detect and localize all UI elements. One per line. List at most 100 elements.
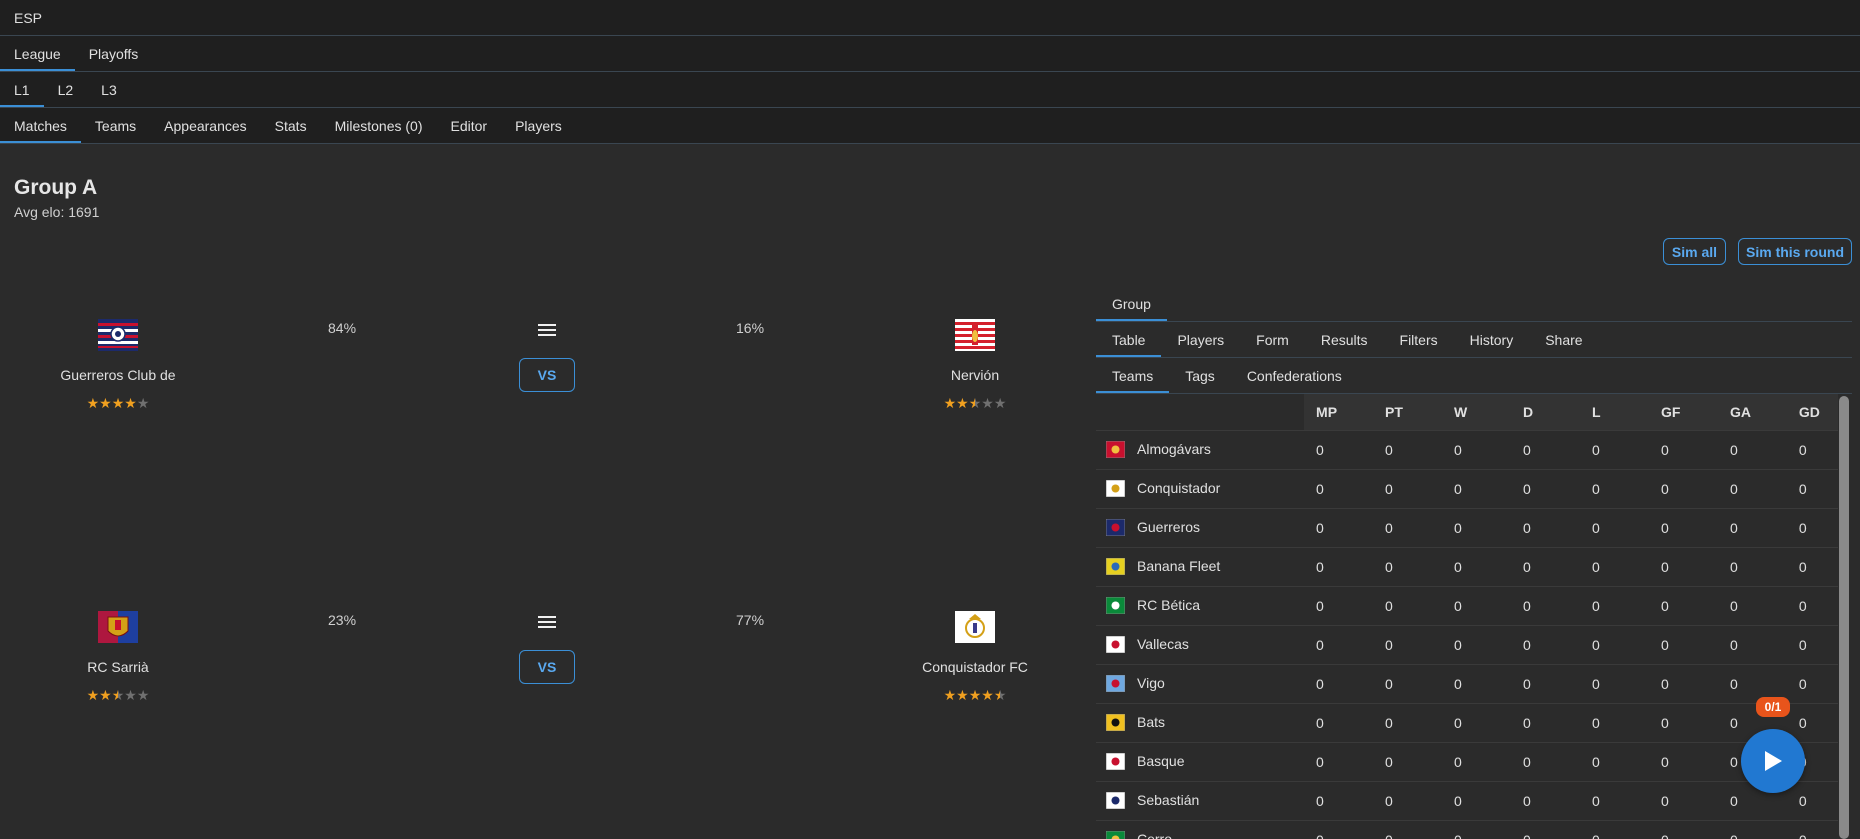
tab-panel-players[interactable]: Players [1161, 322, 1240, 357]
table-row[interactable]: Guerreros 0 0 0 0 0 0 0 0 [1096, 508, 1838, 548]
tab-l2[interactable]: L2 [44, 72, 88, 107]
home-team[interactable]: RC Sarrià ★★★★★ [18, 611, 218, 704]
team-column-header [1096, 394, 1305, 431]
tab-share[interactable]: Share [1529, 322, 1598, 357]
vs-button[interactable]: VS [519, 650, 575, 684]
away-team[interactable]: Conquistador FC ★★★★★ [875, 611, 1075, 704]
sim-all-button[interactable]: Sim all [1663, 238, 1726, 265]
stat-cell-gf: 0 [1648, 703, 1718, 743]
tab-tags[interactable]: Tags [1169, 358, 1231, 393]
stat-cell-gf: 0 [1648, 742, 1718, 782]
stat-cell-mp: 0 [1304, 820, 1374, 839]
tab-group[interactable]: Group [1096, 286, 1167, 321]
away-win-pct: 77% [736, 612, 765, 628]
team-cell[interactable]: Almogávars [1096, 430, 1305, 470]
tab-panel-teams[interactable]: Teams [1096, 358, 1169, 393]
table-row[interactable]: Conquistador 0 0 0 0 0 0 0 0 [1096, 469, 1838, 509]
table-row[interactable]: Vigo 0 0 0 0 0 0 0 0 [1096, 664, 1838, 704]
column-header-l[interactable]: L [1579, 394, 1649, 431]
vs-button[interactable]: VS [519, 358, 575, 392]
standings-table-container: MP PT W D L GF GA GD Almogávars 0 0 0 0 0 0 0 0 C… [1096, 394, 1838, 839]
team-cell[interactable]: Basque [1096, 742, 1305, 782]
column-header-w[interactable]: W [1442, 394, 1511, 431]
tab-confederations[interactable]: Confederations [1231, 358, 1358, 393]
home-team[interactable]: Guerreros Club de ★★★★★ [18, 319, 218, 412]
stat-cell-gf: 0 [1648, 547, 1718, 587]
table-scrollbar[interactable] [1838, 396, 1850, 839]
tab-editor[interactable]: Editor [437, 108, 502, 143]
stat-cell-gd: 0 [1786, 469, 1838, 509]
home-team-rating: ★★★★★ [86, 395, 150, 411]
team-cell[interactable]: Guerreros [1096, 508, 1305, 548]
stat-cell-gf: 0 [1648, 508, 1718, 548]
tab-table[interactable]: Table [1096, 322, 1161, 357]
stat-cell-l: 0 [1579, 781, 1649, 821]
tab-players[interactable]: Players [501, 108, 576, 143]
scrollbar-thumb[interactable] [1839, 396, 1849, 839]
tab-appearances[interactable]: Appearances [150, 108, 261, 143]
tab-form[interactable]: Form [1240, 322, 1305, 357]
column-header-ga[interactable]: GA [1717, 394, 1787, 431]
stat-cell-gf: 0 [1648, 586, 1718, 626]
tab-teams[interactable]: Teams [81, 108, 150, 143]
stat-cell-mp: 0 [1304, 781, 1374, 821]
stat-cell-gf: 0 [1648, 820, 1718, 839]
away-team[interactable]: Nervión ★★★★★ [875, 319, 1075, 412]
team-cell[interactable]: Cerro [1096, 820, 1305, 839]
tab-l1[interactable]: L1 [0, 72, 44, 107]
stat-cell-w: 0 [1442, 742, 1511, 782]
team-cell[interactable]: Banana Fleet [1096, 547, 1305, 587]
stat-cell-l: 0 [1579, 547, 1649, 587]
tab-results[interactable]: Results [1305, 322, 1384, 357]
table-row[interactable]: Vallecas 0 0 0 0 0 0 0 0 [1096, 625, 1838, 665]
team-cell[interactable]: Bats [1096, 703, 1305, 743]
tab-league[interactable]: League [0, 36, 75, 71]
team-cell[interactable]: Sebastián [1096, 781, 1305, 821]
tab-filters[interactable]: Filters [1384, 322, 1454, 357]
team-crest-icon [1106, 714, 1125, 732]
table-row[interactable]: Sebastián 0 0 0 0 0 0 0 0 [1096, 781, 1838, 821]
table-row[interactable]: Banana Fleet 0 0 0 0 0 0 0 0 [1096, 547, 1838, 587]
tab-milestones[interactable]: Milestones (0) [321, 108, 437, 143]
tab-history[interactable]: History [1454, 322, 1530, 357]
tab-l3[interactable]: L3 [87, 72, 131, 107]
section-tab-bar: Matches Teams Appearances Stats Mileston… [0, 108, 1860, 144]
column-header-pt[interactable]: PT [1373, 394, 1442, 431]
group-title: Group A [14, 176, 98, 199]
stat-cell-d: 0 [1510, 781, 1580, 821]
column-header-d[interactable]: D [1510, 394, 1580, 431]
stat-cell-l: 0 [1579, 742, 1649, 782]
column-header-gd[interactable]: GD [1786, 394, 1838, 431]
away-team-rating: ★★★★★ [943, 395, 1007, 411]
match-card: RC Sarrià ★★★★★ 23% VS 77% Conquistador … [0, 592, 1080, 752]
match-menu-icon[interactable] [538, 616, 556, 630]
team-crest-icon [1106, 519, 1125, 537]
team-cell[interactable]: Conquistador [1096, 469, 1305, 509]
stat-cell-pt: 0 [1373, 469, 1442, 509]
home-team-name: RC Sarrià [87, 659, 149, 675]
column-header-gf[interactable]: GF [1648, 394, 1718, 431]
table-row[interactable]: RC Bética 0 0 0 0 0 0 0 0 [1096, 586, 1838, 626]
team-cell[interactable]: Vigo [1096, 664, 1305, 704]
stat-cell-d: 0 [1510, 820, 1580, 839]
play-button[interactable] [1741, 729, 1805, 793]
team-cell[interactable]: RC Bética [1096, 586, 1305, 626]
stat-cell-mp: 0 [1304, 586, 1374, 626]
tab-country[interactable]: ESP [0, 0, 56, 35]
team-cell[interactable]: Vallecas [1096, 625, 1305, 665]
tab-playoffs[interactable]: Playoffs [75, 36, 153, 71]
stat-cell-d: 0 [1510, 625, 1580, 665]
table-row[interactable]: Almogávars 0 0 0 0 0 0 0 0 [1096, 430, 1838, 470]
sim-round-button[interactable]: Sim this round [1738, 238, 1852, 265]
tab-matches[interactable]: Matches [0, 108, 81, 143]
table-row[interactable]: Cerro00000000 [1096, 820, 1838, 839]
stat-cell-d: 0 [1510, 508, 1580, 548]
stat-cell-gd: 0 [1786, 625, 1838, 665]
team-name: Vallecas [1137, 635, 1189, 652]
table-row[interactable]: Bats 0 0 0 0 0 0 0 0 [1096, 703, 1838, 743]
column-header-mp[interactable]: MP [1304, 394, 1374, 431]
table-row[interactable]: Basque00000000 [1096, 742, 1838, 782]
stat-cell-d: 0 [1510, 430, 1580, 470]
match-menu-icon[interactable] [538, 324, 556, 338]
tab-stats[interactable]: Stats [261, 108, 321, 143]
